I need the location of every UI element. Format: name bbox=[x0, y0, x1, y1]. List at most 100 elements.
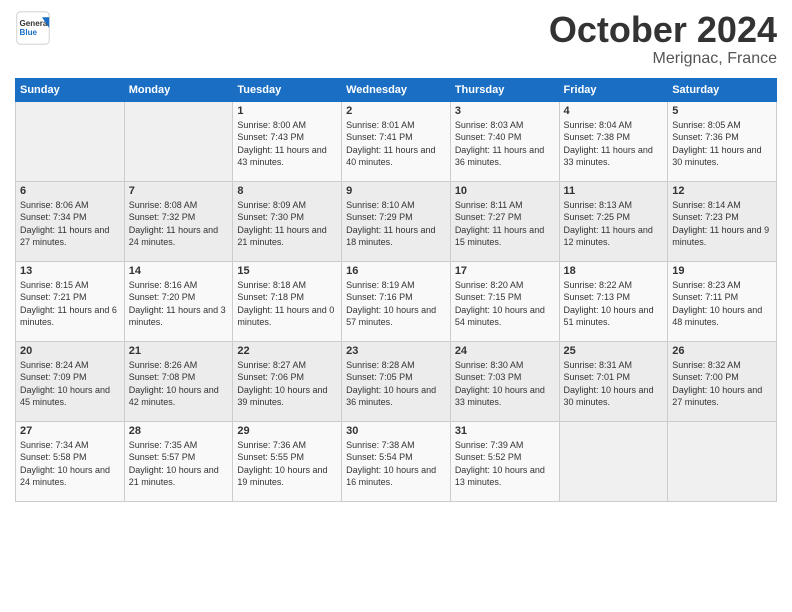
day-info: Sunrise: 8:14 AMSunset: 7:23 PMDaylight:… bbox=[672, 199, 772, 249]
calendar-cell: 3 Sunrise: 8:03 AMSunset: 7:40 PMDaylight… bbox=[450, 101, 559, 181]
day-number: 31 bbox=[455, 425, 555, 437]
calendar-table: SundayMondayTuesdayWednesdayThursdayFrid… bbox=[15, 78, 777, 502]
calendar-week-row: 20Sunrise: 8:24 AMSunset: 7:09 PMDayligh… bbox=[16, 341, 777, 421]
day-number: 11 bbox=[564, 185, 664, 197]
svg-text:Blue: Blue bbox=[20, 28, 38, 37]
calendar-cell: 17 Sunrise: 8:20 AMSunset: 7:15 PMDayligh… bbox=[450, 261, 559, 341]
day-info: Sunrise: 8:15 AMSunset: 7:21 PMDaylight:… bbox=[20, 279, 120, 329]
day-info: Sunrise: 8:28 AMSunset: 7:05 PMDaylight:… bbox=[346, 359, 446, 409]
day-number: 23 bbox=[346, 345, 446, 357]
day-info: Sunrise: 8:32 AMSunset: 7:00 PMDaylight:… bbox=[672, 359, 772, 409]
calendar-cell: 7 Sunrise: 8:08 AMSunset: 7:32 PMDaylight… bbox=[124, 181, 233, 261]
calendar-cell: 29 Sunrise: 7:36 AMSunset: 5:55 PMDayligh… bbox=[233, 421, 342, 501]
calendar-cell: 12 Sunrise: 8:14 AMSunset: 7:23 PMDayligh… bbox=[668, 181, 777, 261]
calendar-cell: 9 Sunrise: 8:10 AMSunset: 7:29 PMDaylight… bbox=[342, 181, 451, 261]
day-info: Sunrise: 8:05 AMSunset: 7:36 PMDaylight:… bbox=[672, 119, 772, 169]
calendar-cell: 8 Sunrise: 8:09 AMSunset: 7:30 PMDaylight… bbox=[233, 181, 342, 261]
day-number: 6 bbox=[20, 185, 120, 197]
day-info: Sunrise: 8:09 AMSunset: 7:30 PMDaylight:… bbox=[237, 199, 337, 249]
day-info: Sunrise: 8:11 AMSunset: 7:27 PMDaylight:… bbox=[455, 199, 555, 249]
day-number: 30 bbox=[346, 425, 446, 437]
day-info: Sunrise: 7:38 AMSunset: 5:54 PMDaylight:… bbox=[346, 439, 446, 489]
day-number: 29 bbox=[237, 425, 337, 437]
calendar-cell: 1 Sunrise: 8:00 AMSunset: 7:43 PMDaylight… bbox=[233, 101, 342, 181]
location: Merignac, France bbox=[549, 50, 777, 68]
calendar-week-row: 27Sunrise: 7:34 AMSunset: 5:58 PMDayligh… bbox=[16, 421, 777, 501]
day-number: 24 bbox=[455, 345, 555, 357]
calendar-cell: 27Sunrise: 7:34 AMSunset: 5:58 PMDayligh… bbox=[16, 421, 125, 501]
day-number: 22 bbox=[237, 345, 337, 357]
day-number: 25 bbox=[564, 345, 664, 357]
day-info: Sunrise: 8:30 AMSunset: 7:03 PMDaylight:… bbox=[455, 359, 555, 409]
day-info: Sunrise: 8:22 AMSunset: 7:13 PMDaylight:… bbox=[564, 279, 664, 329]
calendar-header-row: SundayMondayTuesdayWednesdayThursdayFrid… bbox=[16, 78, 777, 101]
day-info: Sunrise: 8:24 AMSunset: 7:09 PMDaylight:… bbox=[20, 359, 120, 409]
calendar-cell bbox=[668, 421, 777, 501]
day-number: 21 bbox=[129, 345, 229, 357]
calendar-cell: 6 Sunrise: 8:06 AMSunset: 7:34 PMDaylight… bbox=[16, 181, 125, 261]
day-header-tuesday: Tuesday bbox=[233, 78, 342, 101]
calendar-cell: 10Sunrise: 8:11 AMSunset: 7:27 PMDayligh… bbox=[450, 181, 559, 261]
day-info: Sunrise: 8:13 AMSunset: 7:25 PMDaylight:… bbox=[564, 199, 664, 249]
day-info: Sunrise: 8:31 AMSunset: 7:01 PMDaylight:… bbox=[564, 359, 664, 409]
day-number: 28 bbox=[129, 425, 229, 437]
logo: General Blue bbox=[15, 10, 53, 46]
day-info: Sunrise: 7:35 AMSunset: 5:57 PMDaylight:… bbox=[129, 439, 229, 489]
day-number: 8 bbox=[237, 185, 337, 197]
page-header: General Blue October 2024 Merignac, Fran… bbox=[15, 10, 777, 68]
calendar-week-row: 6 Sunrise: 8:06 AMSunset: 7:34 PMDaylight… bbox=[16, 181, 777, 261]
calendar-cell bbox=[559, 421, 668, 501]
day-info: Sunrise: 7:36 AMSunset: 5:55 PMDaylight:… bbox=[237, 439, 337, 489]
day-info: Sunrise: 8:10 AMSunset: 7:29 PMDaylight:… bbox=[346, 199, 446, 249]
calendar-week-row: 13 Sunrise: 8:15 AMSunset: 7:21 PMDayligh… bbox=[16, 261, 777, 341]
calendar-cell: 19Sunrise: 8:23 AMSunset: 7:11 PMDayligh… bbox=[668, 261, 777, 341]
day-info: Sunrise: 8:08 AMSunset: 7:32 PMDaylight:… bbox=[129, 199, 229, 249]
day-info: Sunrise: 8:04 AMSunset: 7:38 PMDaylight:… bbox=[564, 119, 664, 169]
day-header-saturday: Saturday bbox=[668, 78, 777, 101]
day-number: 12 bbox=[672, 185, 772, 197]
day-info: Sunrise: 8:01 AMSunset: 7:41 PMDaylight:… bbox=[346, 119, 446, 169]
day-info: Sunrise: 8:06 AMSunset: 7:34 PMDaylight:… bbox=[20, 199, 120, 249]
day-info: Sunrise: 8:23 AMSunset: 7:11 PMDaylight:… bbox=[672, 279, 772, 329]
day-header-monday: Monday bbox=[124, 78, 233, 101]
day-header-sunday: Sunday bbox=[16, 78, 125, 101]
month-title: October 2024 bbox=[549, 10, 777, 50]
calendar-cell: 25 Sunrise: 8:31 AMSunset: 7:01 PMDayligh… bbox=[559, 341, 668, 421]
day-info: Sunrise: 8:26 AMSunset: 7:08 PMDaylight:… bbox=[129, 359, 229, 409]
calendar-cell bbox=[124, 101, 233, 181]
day-number: 17 bbox=[455, 265, 555, 277]
day-header-wednesday: Wednesday bbox=[342, 78, 451, 101]
day-number: 13 bbox=[20, 265, 120, 277]
day-number: 9 bbox=[346, 185, 446, 197]
calendar-week-row: 1 Sunrise: 8:00 AMSunset: 7:43 PMDaylight… bbox=[16, 101, 777, 181]
calendar-cell: 4Sunrise: 8:04 AMSunset: 7:38 PMDaylight… bbox=[559, 101, 668, 181]
day-info: Sunrise: 8:20 AMSunset: 7:15 PMDaylight:… bbox=[455, 279, 555, 329]
day-info: Sunrise: 8:18 AMSunset: 7:18 PMDaylight:… bbox=[237, 279, 337, 329]
calendar-cell: 31Sunrise: 7:39 AMSunset: 5:52 PMDayligh… bbox=[450, 421, 559, 501]
day-number: 18 bbox=[564, 265, 664, 277]
day-number: 1 bbox=[237, 105, 337, 117]
day-number: 15 bbox=[237, 265, 337, 277]
calendar-cell: 11 Sunrise: 8:13 AMSunset: 7:25 PMDayligh… bbox=[559, 181, 668, 261]
calendar-cell: 22 Sunrise: 8:27 AMSunset: 7:06 PMDayligh… bbox=[233, 341, 342, 421]
calendar-cell: 14Sunrise: 8:16 AMSunset: 7:20 PMDayligh… bbox=[124, 261, 233, 341]
calendar-cell: 20Sunrise: 8:24 AMSunset: 7:09 PMDayligh… bbox=[16, 341, 125, 421]
day-number: 5 bbox=[672, 105, 772, 117]
calendar-cell: 13 Sunrise: 8:15 AMSunset: 7:21 PMDayligh… bbox=[16, 261, 125, 341]
calendar-cell: 24 Sunrise: 8:30 AMSunset: 7:03 PMDayligh… bbox=[450, 341, 559, 421]
calendar-cell: 28 Sunrise: 7:35 AMSunset: 5:57 PMDayligh… bbox=[124, 421, 233, 501]
calendar-cell: 5 Sunrise: 8:05 AMSunset: 7:36 PMDaylight… bbox=[668, 101, 777, 181]
day-number: 26 bbox=[672, 345, 772, 357]
day-info: Sunrise: 8:16 AMSunset: 7:20 PMDaylight:… bbox=[129, 279, 229, 329]
day-info: Sunrise: 8:27 AMSunset: 7:06 PMDaylight:… bbox=[237, 359, 337, 409]
day-info: Sunrise: 8:19 AMSunset: 7:16 PMDaylight:… bbox=[346, 279, 446, 329]
calendar-cell: 26 Sunrise: 8:32 AMSunset: 7:00 PMDayligh… bbox=[668, 341, 777, 421]
day-number: 7 bbox=[129, 185, 229, 197]
day-number: 27 bbox=[20, 425, 120, 437]
day-info: Sunrise: 8:03 AMSunset: 7:40 PMDaylight:… bbox=[455, 119, 555, 169]
day-number: 16 bbox=[346, 265, 446, 277]
calendar-cell bbox=[16, 101, 125, 181]
day-info: Sunrise: 8:00 AMSunset: 7:43 PMDaylight:… bbox=[237, 119, 337, 169]
day-number: 3 bbox=[455, 105, 555, 117]
day-header-thursday: Thursday bbox=[450, 78, 559, 101]
